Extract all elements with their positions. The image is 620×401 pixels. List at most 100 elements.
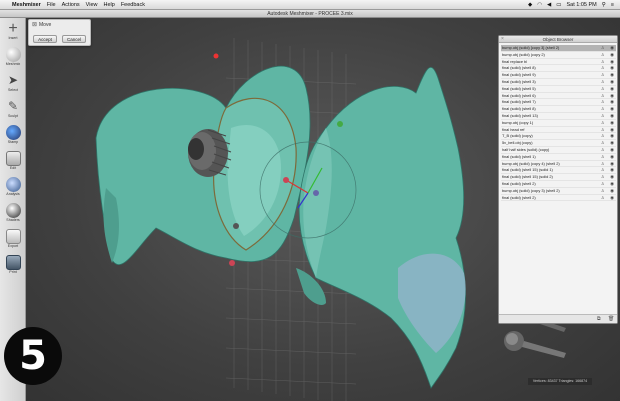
object-row[interactable]: half half sides (solid) (copy) ♙ ◉ — [501, 147, 616, 154]
lock-icon[interactable]: ♙ — [601, 154, 605, 159]
tool-analysis[interactable]: Analysis — [3, 177, 23, 201]
visibility-eye-icon[interactable]: ◉ — [610, 167, 614, 173]
visibility-eye-icon[interactable]: ◉ — [610, 188, 614, 194]
visibility-eye-icon[interactable]: ◉ — [610, 106, 614, 112]
object-row[interactable]: bump.obj (solid) [copy 3] (shell 2) ♙ ◉ — [501, 45, 616, 52]
object-row[interactable]: bump.obj (solid) (copy 2) ♙ ◉ — [501, 52, 616, 59]
menu-help[interactable]: Help — [104, 2, 115, 8]
dropbox-icon[interactable]: ◆ — [528, 2, 532, 8]
object-list: bump.obj (solid) [copy 3] (shell 2) ♙ ◉ bum… — [501, 45, 616, 202]
object-row[interactable]: final head ref ♙ ◉ — [501, 127, 616, 134]
lock-icon[interactable]: ♙ — [601, 134, 605, 138]
battery-icon[interactable]: ▭ — [556, 2, 561, 8]
tool-sculpt[interactable]: ✎ Sculpt — [3, 99, 23, 123]
lock-icon[interactable]: ♙ — [601, 93, 605, 98]
visibility-eye-icon[interactable]: ◉ — [610, 133, 614, 139]
lock-icon[interactable]: ♙ — [601, 161, 605, 166]
clock[interactable]: Sat 1:05 PM — [566, 2, 596, 8]
object-row[interactable]: final (solid) (shell 5) ♙ ◉ — [501, 86, 616, 93]
cancel-button[interactable]: Cancel — [62, 35, 86, 43]
volume-icon[interactable]: ◀ — [547, 2, 551, 8]
visibility-eye-icon[interactable]: ◉ — [610, 72, 614, 78]
object-row[interactable]: final (solid) (shell 8) ♙ ◉ — [501, 65, 616, 73]
visibility-eye-icon[interactable]: ◉ — [610, 127, 614, 133]
menu-feedback[interactable]: Feedback — [121, 2, 145, 8]
visibility-eye-icon[interactable]: ◉ — [610, 93, 614, 99]
tool-export[interactable]: Export — [3, 229, 23, 253]
visibility-eye-icon[interactable]: ◉ — [610, 113, 614, 119]
lock-icon[interactable]: ♙ — [601, 46, 605, 50]
tool-stamp[interactable]: Stamp — [3, 125, 23, 149]
duplicate-icon[interactable]: ⧉ — [597, 316, 601, 322]
visibility-eye-icon[interactable]: ◉ — [610, 79, 614, 85]
close-icon[interactable]: × — [501, 36, 504, 42]
object-row[interactable]: final replace bl ♙ ◉ — [501, 59, 616, 66]
lock-icon[interactable]: ♙ — [601, 175, 605, 179]
lock-icon[interactable]: ♙ — [601, 113, 605, 118]
lock-icon[interactable]: ♙ — [601, 120, 605, 125]
object-row[interactable]: bump.obj (solid) (copy 4) (shell 2) ♙ ◉ — [501, 161, 616, 168]
lock-icon[interactable]: ♙ — [601, 147, 605, 152]
tool-print[interactable]: Print — [3, 255, 23, 279]
tool-shaders[interactable]: Shaders — [3, 203, 23, 227]
object-row[interactable]: final (solid) (shell 2) ♙ ◉ — [501, 195, 616, 202]
object-row[interactable]: final (solid) (shell 8) ♙ ◉ — [501, 106, 616, 113]
object-row[interactable]: 5v_bell.obj (copy) ♙ ◉ — [501, 140, 616, 147]
lock-icon[interactable]: ♙ — [601, 59, 605, 64]
trash-icon[interactable]: 🗑 — [608, 316, 614, 322]
lock-icon[interactable]: ♙ — [601, 86, 605, 91]
visibility-eye-icon[interactable]: ◉ — [610, 86, 614, 92]
visibility-eye-icon[interactable]: ◉ — [610, 45, 614, 51]
app-menu[interactable]: Meshmixer — [12, 2, 41, 8]
lock-icon[interactable]: ♙ — [601, 107, 605, 111]
lock-icon[interactable]: ♙ — [601, 181, 605, 186]
list-icon[interactable]: ≡ — [611, 2, 614, 8]
object-row[interactable]: final (solid) (shell 15) (solid 1) ♙ ◉ — [501, 167, 616, 175]
visibility-eye-icon[interactable]: ◉ — [610, 154, 614, 160]
search-icon[interactable]: ⚲ — [602, 2, 606, 8]
lock-icon[interactable]: ♙ — [601, 66, 605, 70]
visibility-eye-icon[interactable]: ◉ — [610, 59, 614, 65]
close-icon[interactable]: ⊠ — [32, 21, 37, 28]
lock-icon[interactable]: ♙ — [601, 52, 605, 57]
lock-icon[interactable]: ♙ — [601, 100, 605, 104]
object-row[interactable]: final (solid) (shell 6) ♙ ◉ — [501, 93, 616, 100]
menu-view[interactable]: View — [86, 2, 98, 8]
wifi-icon[interactable]: ◠ — [537, 2, 542, 8]
lock-icon[interactable]: ♙ — [601, 73, 605, 77]
object-row[interactable]: final (solid) (shell 1) ♙ ◉ — [501, 154, 616, 161]
object-row[interactable]: final (solid) (shell 13) ♙ ◉ — [501, 113, 616, 120]
visibility-eye-icon[interactable]: ◉ — [610, 99, 614, 105]
tool-insert[interactable]: + Insert — [3, 21, 23, 45]
lock-icon[interactable]: ♙ — [601, 188, 605, 193]
visibility-eye-icon[interactable]: ◉ — [610, 120, 614, 126]
tool-edit[interactable]: Edit — [3, 151, 23, 175]
lock-icon[interactable]: ♙ — [601, 141, 605, 145]
visibility-eye-icon[interactable]: ◉ — [610, 140, 614, 146]
visibility-eye-icon[interactable]: ◉ — [610, 174, 614, 180]
visibility-eye-icon[interactable]: ◉ — [610, 65, 614, 71]
lock-icon[interactable]: ♙ — [601, 79, 605, 84]
lock-icon[interactable]: ♙ — [601, 195, 605, 200]
menu-file[interactable]: File — [47, 2, 56, 8]
object-row[interactable]: final (solid) (shell 7) ♙ ◉ — [501, 99, 616, 107]
visibility-eye-icon[interactable]: ◉ — [610, 147, 614, 153]
object-row[interactable]: final (solid) (shell 2) ♙ ◉ — [501, 181, 616, 188]
object-row[interactable]: bump.obj (copy 1) ♙ ◉ — [501, 120, 616, 127]
visibility-eye-icon[interactable]: ◉ — [610, 161, 614, 167]
visibility-eye-icon[interactable]: ◉ — [610, 181, 614, 187]
object-row[interactable]: final (solid) (shell 15) (solid 2) ♙ ◉ — [501, 174, 616, 181]
object-row[interactable]: final (solid) (shell 3) ♙ ◉ — [501, 79, 616, 86]
tool-meshmix[interactable]: Meshmix — [3, 47, 23, 71]
visibility-eye-icon[interactable]: ◉ — [610, 195, 614, 201]
object-row[interactable]: final (solid) (shell 9) ♙ ◉ — [501, 72, 616, 79]
lock-icon[interactable]: ♙ — [601, 127, 605, 132]
step-badge: 5 — [4, 327, 62, 385]
menu-actions[interactable]: Actions — [62, 2, 80, 8]
visibility-eye-icon[interactable]: ◉ — [610, 52, 614, 58]
lock-icon[interactable]: ♙ — [601, 168, 605, 172]
tool-select[interactable]: ➤ Select — [3, 73, 23, 97]
accept-button[interactable]: Accept — [33, 35, 57, 43]
object-row[interactable]: bump.obj (solid) (copy 3) (shell 2) ♙ ◉ — [501, 188, 616, 195]
object-row[interactable]: T_B (solid) (copy) ♙ ◉ — [501, 133, 616, 141]
